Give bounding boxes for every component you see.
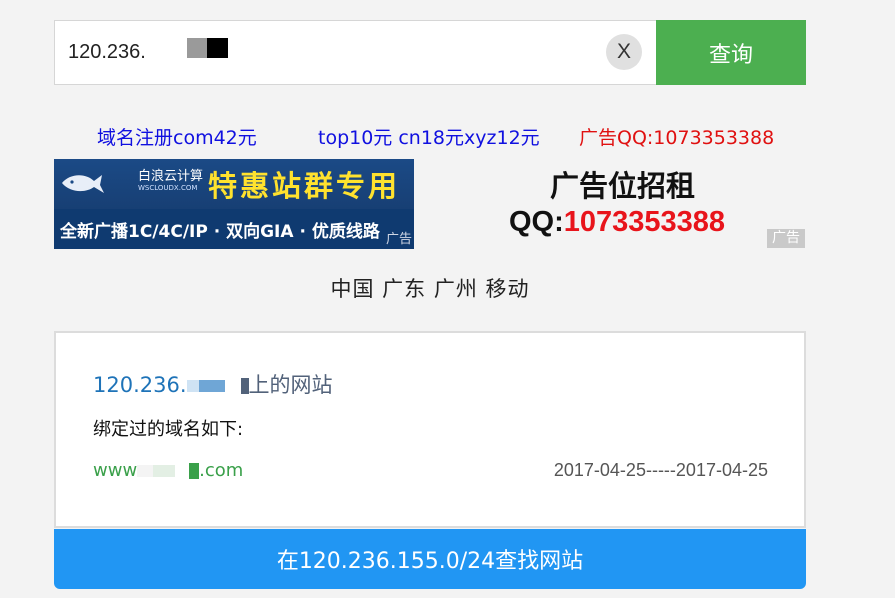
redacted-block bbox=[186, 380, 199, 392]
banner-ad-left[interactable]: 白浪云计算 WSCLOUDX.COM 特惠站群专用 全新广播1C/4C/IP ·… bbox=[54, 159, 414, 249]
redacted-block bbox=[224, 380, 241, 392]
domain-link[interactable]: www .com bbox=[93, 460, 243, 481]
redacted-block bbox=[153, 465, 176, 477]
result-title-suffix: 上的网站 bbox=[248, 373, 333, 397]
find-websites-in-range-button[interactable]: 在120.236.155.0/24查找网站 bbox=[54, 529, 806, 589]
result-card: 120.236. 上的网站 绑定过的域名如下: www .com 2017-04-2… bbox=[54, 331, 806, 528]
redacted-block bbox=[240, 378, 249, 394]
result-title: 120.236. 上的网站 bbox=[93, 369, 333, 399]
redacted-block bbox=[187, 38, 207, 58]
qq-label: QQ: bbox=[509, 206, 564, 238]
ad-link-contact-qq[interactable]: 广告QQ:1073353388 bbox=[579, 123, 774, 150]
clear-input-button[interactable]: X bbox=[606, 34, 642, 70]
ip-location: 中国 广东 广州 移动 bbox=[330, 277, 530, 301]
redacted-block bbox=[137, 465, 154, 477]
banner-brand-sub: WSCLOUDX.COM bbox=[138, 184, 198, 192]
redacted-block bbox=[189, 463, 200, 479]
ad-link-domain-register[interactable]: 域名注册com42元 bbox=[97, 123, 257, 150]
result-title-ip: 120.236. bbox=[93, 373, 187, 397]
redacted-block bbox=[198, 380, 225, 392]
ad-tag: 广告 bbox=[385, 232, 412, 247]
ip-search-input[interactable] bbox=[54, 20, 656, 85]
query-button[interactable]: 查询 bbox=[656, 20, 806, 85]
whale-logo-icon bbox=[62, 175, 104, 193]
banner-right-title: 广告位招租 bbox=[550, 169, 696, 203]
ad-link-domain-prices[interactable]: top10元 cn18元xyz12元 bbox=[318, 123, 540, 150]
domain-prefix: www bbox=[93, 460, 138, 481]
domain-date-range: 2017-04-25-----2017-04-25 bbox=[553, 460, 768, 480]
qq-number: 1073353388 bbox=[563, 206, 726, 238]
banner-tagline: 全新广播1C/4C/IP · 双向GIA · 优质线路 bbox=[60, 222, 380, 242]
ad-tag: 广告 bbox=[767, 229, 805, 248]
redacted-block bbox=[207, 38, 228, 58]
redacted-block bbox=[175, 465, 190, 477]
banner-brand: 白浪云计算 bbox=[138, 169, 204, 184]
domain-suffix: .com bbox=[199, 460, 244, 481]
search-bar: 查询 bbox=[54, 20, 806, 85]
result-subtitle: 绑定过的域名如下: bbox=[93, 419, 244, 440]
banner-headline: 特惠站群专用 bbox=[208, 169, 401, 203]
banner-right-qq: QQ:1073353388 bbox=[509, 206, 725, 239]
